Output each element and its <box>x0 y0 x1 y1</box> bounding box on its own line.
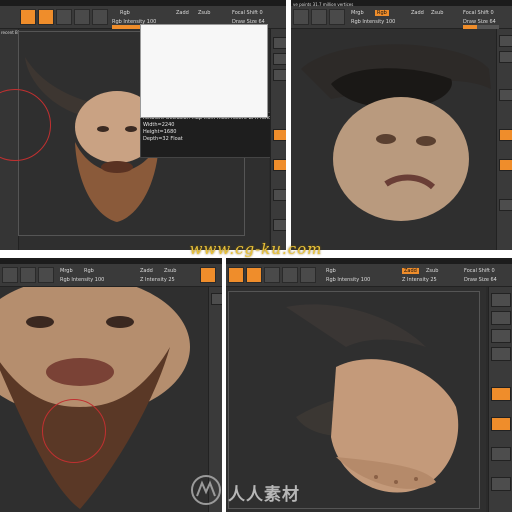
mrgb-label[interactable]: Mrgb <box>60 268 73 274</box>
edit-button[interactable] <box>228 267 244 283</box>
rgb-label[interactable]: Rgb <box>120 10 130 16</box>
shelf-button-active[interactable] <box>491 387 511 401</box>
rgb-intensity-label[interactable]: Rgb Intensity 100 <box>351 19 395 25</box>
focal-shift-label[interactable]: Focal Shift 0 <box>232 10 263 16</box>
draw-size-label[interactable]: Draw Size 64 <box>464 277 497 283</box>
viewport-canvas[interactable] <box>291 29 496 250</box>
move-button[interactable] <box>264 267 280 283</box>
shelf-button[interactable] <box>273 219 286 231</box>
scale-button[interactable] <box>282 267 298 283</box>
rgb-label[interactable]: Rgb <box>375 10 389 16</box>
focal-shift-label[interactable]: Focal Shift 0 <box>464 268 495 274</box>
shelf-button[interactable] <box>491 311 511 325</box>
shelf-button-active[interactable] <box>273 159 286 171</box>
edit-button[interactable] <box>2 267 18 283</box>
top-toolbar: Mrgb Rgb Rgb Intensity 100 Zadd Zsub Z I… <box>0 264 222 287</box>
z-intensity-label[interactable]: Z Intensity 25 <box>140 277 175 283</box>
zadd-toggle[interactable]: Zadd <box>402 268 419 274</box>
brand-logo-icon <box>191 475 221 505</box>
shelf-button[interactable] <box>491 447 511 461</box>
zsub-toggle[interactable]: Zsub <box>431 10 443 16</box>
draw-button[interactable] <box>311 9 327 25</box>
edit-button[interactable] <box>293 9 309 25</box>
shelf-button[interactable] <box>273 37 286 49</box>
zadd-toggle[interactable]: Zadd <box>411 10 424 16</box>
edit-button[interactable] <box>20 9 36 25</box>
shelf-button[interactable] <box>491 347 511 361</box>
shelf-button[interactable] <box>491 477 511 491</box>
panel-header: ve points 31.7 million vertices <box>293 2 354 7</box>
shelf-button[interactable] <box>211 293 222 305</box>
zsub-toggle[interactable]: Zsub <box>164 268 176 274</box>
shelf-button[interactable] <box>499 89 512 101</box>
watermark-url: www.cg-ku.com <box>189 240 323 258</box>
zsub-toggle[interactable]: Zsub <box>426 268 438 274</box>
zsub-toggle[interactable]: Zsub <box>198 10 210 16</box>
top-toolbar: Rgb Rgb Intensity 100 Zadd Zsub Z Intens… <box>226 264 512 287</box>
shelf-button[interactable] <box>499 199 512 211</box>
shelf-button[interactable] <box>273 69 286 81</box>
orange-toggle-button[interactable] <box>200 267 216 283</box>
rgb-intensity-label[interactable]: Rgb Intensity 100 <box>326 277 370 283</box>
move-button[interactable] <box>38 267 54 283</box>
move-button[interactable] <box>329 9 345 25</box>
rotate-button[interactable] <box>92 9 108 25</box>
brush-cursor <box>42 399 106 463</box>
panel-top-left: Rgb Rgb Intensity 100 Zadd Zsub Focal Sh… <box>0 0 286 250</box>
shelf-button[interactable] <box>491 293 511 307</box>
right-shelf <box>488 287 512 512</box>
shelf-button[interactable] <box>273 189 286 201</box>
watermark-brand: 人人素材 <box>188 474 368 506</box>
top-toolbar: ve points 31.7 million vertices Mrgb Rgb… <box>291 2 512 29</box>
watermark-brand-text: 人人素材 <box>228 485 300 505</box>
ao-map-preview <box>140 24 268 118</box>
draw-button[interactable] <box>20 267 36 283</box>
shelf-button-active[interactable] <box>491 417 511 431</box>
bust-model <box>0 287 190 509</box>
zadd-toggle[interactable]: Zadd <box>176 10 189 16</box>
bust-model <box>301 44 491 221</box>
move-button[interactable] <box>56 9 72 25</box>
ao-map-width: Width=2240 <box>143 122 175 128</box>
shelf-button-active[interactable] <box>273 129 286 141</box>
ao-map-depth: Depth=32 Float <box>143 136 183 142</box>
ao-map-height: Height=1680 <box>143 129 177 135</box>
right-shelf <box>270 29 286 250</box>
ao-map-info-box: Ambient Occlusion Map from most recent B… <box>140 112 280 158</box>
right-shelf <box>496 29 512 250</box>
rgb-label[interactable]: Rgb <box>326 268 336 274</box>
zadd-toggle[interactable]: Zadd <box>140 268 153 274</box>
mrgb-label[interactable]: Mrgb <box>351 10 364 16</box>
panel-top-right: ve points 31.7 million vertices Mrgb Rgb… <box>291 0 512 250</box>
viewport-canvas[interactable] <box>0 287 208 512</box>
shelf-button-active[interactable] <box>499 159 512 171</box>
draw-button[interactable] <box>246 267 262 283</box>
z-intensity-label[interactable]: Z Intensity 25 <box>402 277 437 283</box>
rgb-intensity-label[interactable]: Rgb Intensity 100 <box>60 277 104 283</box>
shelf-button[interactable] <box>499 51 512 63</box>
rgb-label[interactable]: Rgb <box>84 268 94 274</box>
scale-button[interactable] <box>74 9 90 25</box>
focal-shift-label[interactable]: Focal Shift 0 <box>463 10 494 16</box>
draw-button[interactable] <box>38 9 54 25</box>
rotate-button[interactable] <box>300 267 316 283</box>
shelf-button[interactable] <box>491 329 511 343</box>
shelf-button[interactable] <box>499 35 512 47</box>
shelf-button-active[interactable] <box>499 129 512 141</box>
shelf-button[interactable] <box>273 53 286 65</box>
